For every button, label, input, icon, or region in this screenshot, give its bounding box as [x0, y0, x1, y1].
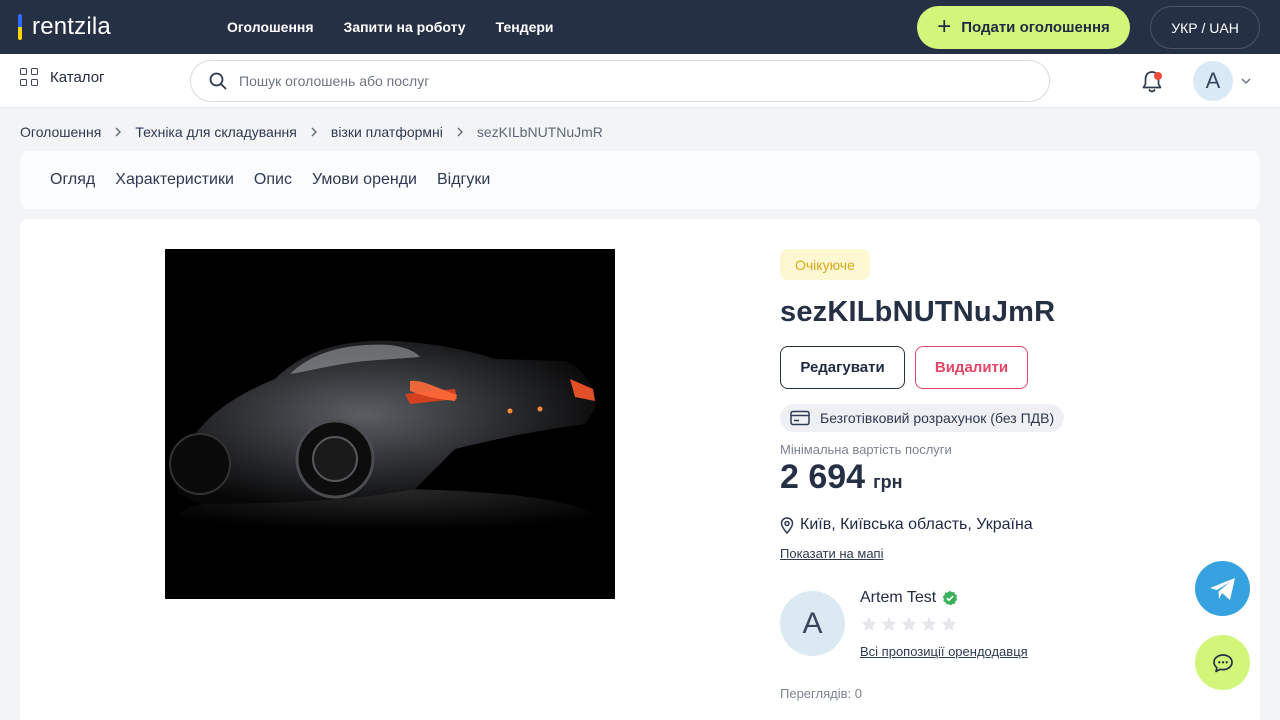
chevron-down-icon[interactable] [1239, 74, 1253, 88]
notification-bell-icon[interactable] [1140, 69, 1164, 95]
nav-listings[interactable]: Оголошення [227, 19, 314, 35]
plus-icon: + [937, 12, 952, 40]
catalog-button[interactable]: Каталог [20, 68, 105, 86]
owner-offers-link[interactable]: Всі пропозиції орендодавця [860, 644, 1028, 659]
breadcrumb-item[interactable]: Оголошення [20, 124, 101, 140]
nav-job-requests[interactable]: Запити на роботу [344, 19, 466, 35]
search-icon [209, 72, 227, 90]
breadcrumb: Оголошення Техніка для складування візки… [20, 124, 603, 140]
listing-photo[interactable] [165, 249, 615, 599]
logo-text: rentzila [32, 13, 111, 40]
show-on-map-link[interactable]: Показати на мапі [780, 546, 883, 561]
chevron-right-icon [311, 127, 317, 137]
status-badge: Очікуюче [780, 249, 870, 280]
tab-characteristics[interactable]: Характеристики [115, 171, 234, 189]
tab-overview[interactable]: Огляд [50, 171, 95, 189]
listing-card: Очікуюче sezKILbNUTNuJmR Редагувати Вида… [20, 219, 1260, 720]
price-value: 2 694 [780, 458, 866, 496]
search-box [190, 60, 1050, 102]
payment-method-chip: Безготівковий розрахунок (без ПДВ) [780, 404, 1065, 432]
star-icon [941, 616, 957, 631]
verified-icon [942, 590, 958, 606]
grid-icon [20, 68, 38, 86]
listing-title: sezKILbNUTNuJmR [780, 296, 1056, 328]
tab-rental-terms[interactable]: Умови оренди [312, 171, 417, 189]
nav-tenders[interactable]: Тендери [496, 19, 554, 35]
credit-card-icon [790, 410, 810, 426]
star-icon [901, 616, 917, 631]
price-currency: грн [873, 472, 903, 492]
price-label: Мінімальна вартість послуги [780, 442, 952, 457]
section-tabs: Огляд Характеристики Опис Умови оренди В… [20, 151, 1260, 209]
breadcrumb-item[interactable]: візки платформні [331, 124, 443, 140]
breadcrumb-item[interactable]: Техніка для складування [135, 124, 297, 140]
owner-avatar[interactable]: A [780, 591, 845, 656]
chevron-right-icon [457, 127, 463, 137]
map-pin-icon [780, 516, 794, 534]
breadcrumb-current: sezKILbNUTNuJmR [476, 124, 603, 140]
star-icon [921, 616, 937, 631]
top-header: rentzila Оголошення Запити на роботу Тен… [0, 0, 1280, 54]
chat-icon [1212, 653, 1233, 672]
language-currency-button[interactable]: УКР / UAH [1150, 6, 1260, 49]
owner-rating [860, 615, 958, 633]
chevron-right-icon [115, 127, 122, 137]
location: Київ, Київська область, Україна [780, 516, 1033, 534]
star-icon [861, 616, 877, 631]
owner-name[interactable]: Artem Test [860, 589, 936, 607]
search-input[interactable] [239, 73, 999, 89]
tab-reviews[interactable]: Відгуки [437, 171, 490, 189]
owner-name-row: Artem Test [860, 589, 958, 607]
user-avatar[interactable]: A [1193, 61, 1233, 101]
views-count: Переглядів: 0 [780, 686, 862, 701]
star-icon [881, 616, 897, 631]
payment-method-label: Безготівковий розрахунок (без ПДВ) [820, 410, 1055, 426]
post-listing-button[interactable]: + Подати оголошення [917, 6, 1130, 49]
post-listing-label: Подати оголошення [961, 19, 1110, 36]
price: 2 694 грн [780, 458, 902, 497]
edit-button[interactable]: Редагувати [780, 346, 905, 389]
delete-button[interactable]: Видалити [915, 346, 1028, 389]
logo[interactable]: rentzila [18, 12, 111, 42]
chat-button[interactable] [1195, 635, 1250, 690]
tab-description[interactable]: Опис [254, 171, 292, 189]
catalog-label: Каталог [50, 68, 105, 86]
location-text: Київ, Київська область, Україна [800, 516, 1033, 533]
search-bar-row: Каталог A [0, 54, 1280, 108]
main-nav: Оголошення Запити на роботу Тендери [227, 0, 554, 54]
logo-flag-icon [18, 14, 22, 40]
car-photo-image [165, 249, 615, 599]
telegram-icon [1209, 577, 1235, 600]
telegram-button[interactable] [1195, 561, 1250, 616]
